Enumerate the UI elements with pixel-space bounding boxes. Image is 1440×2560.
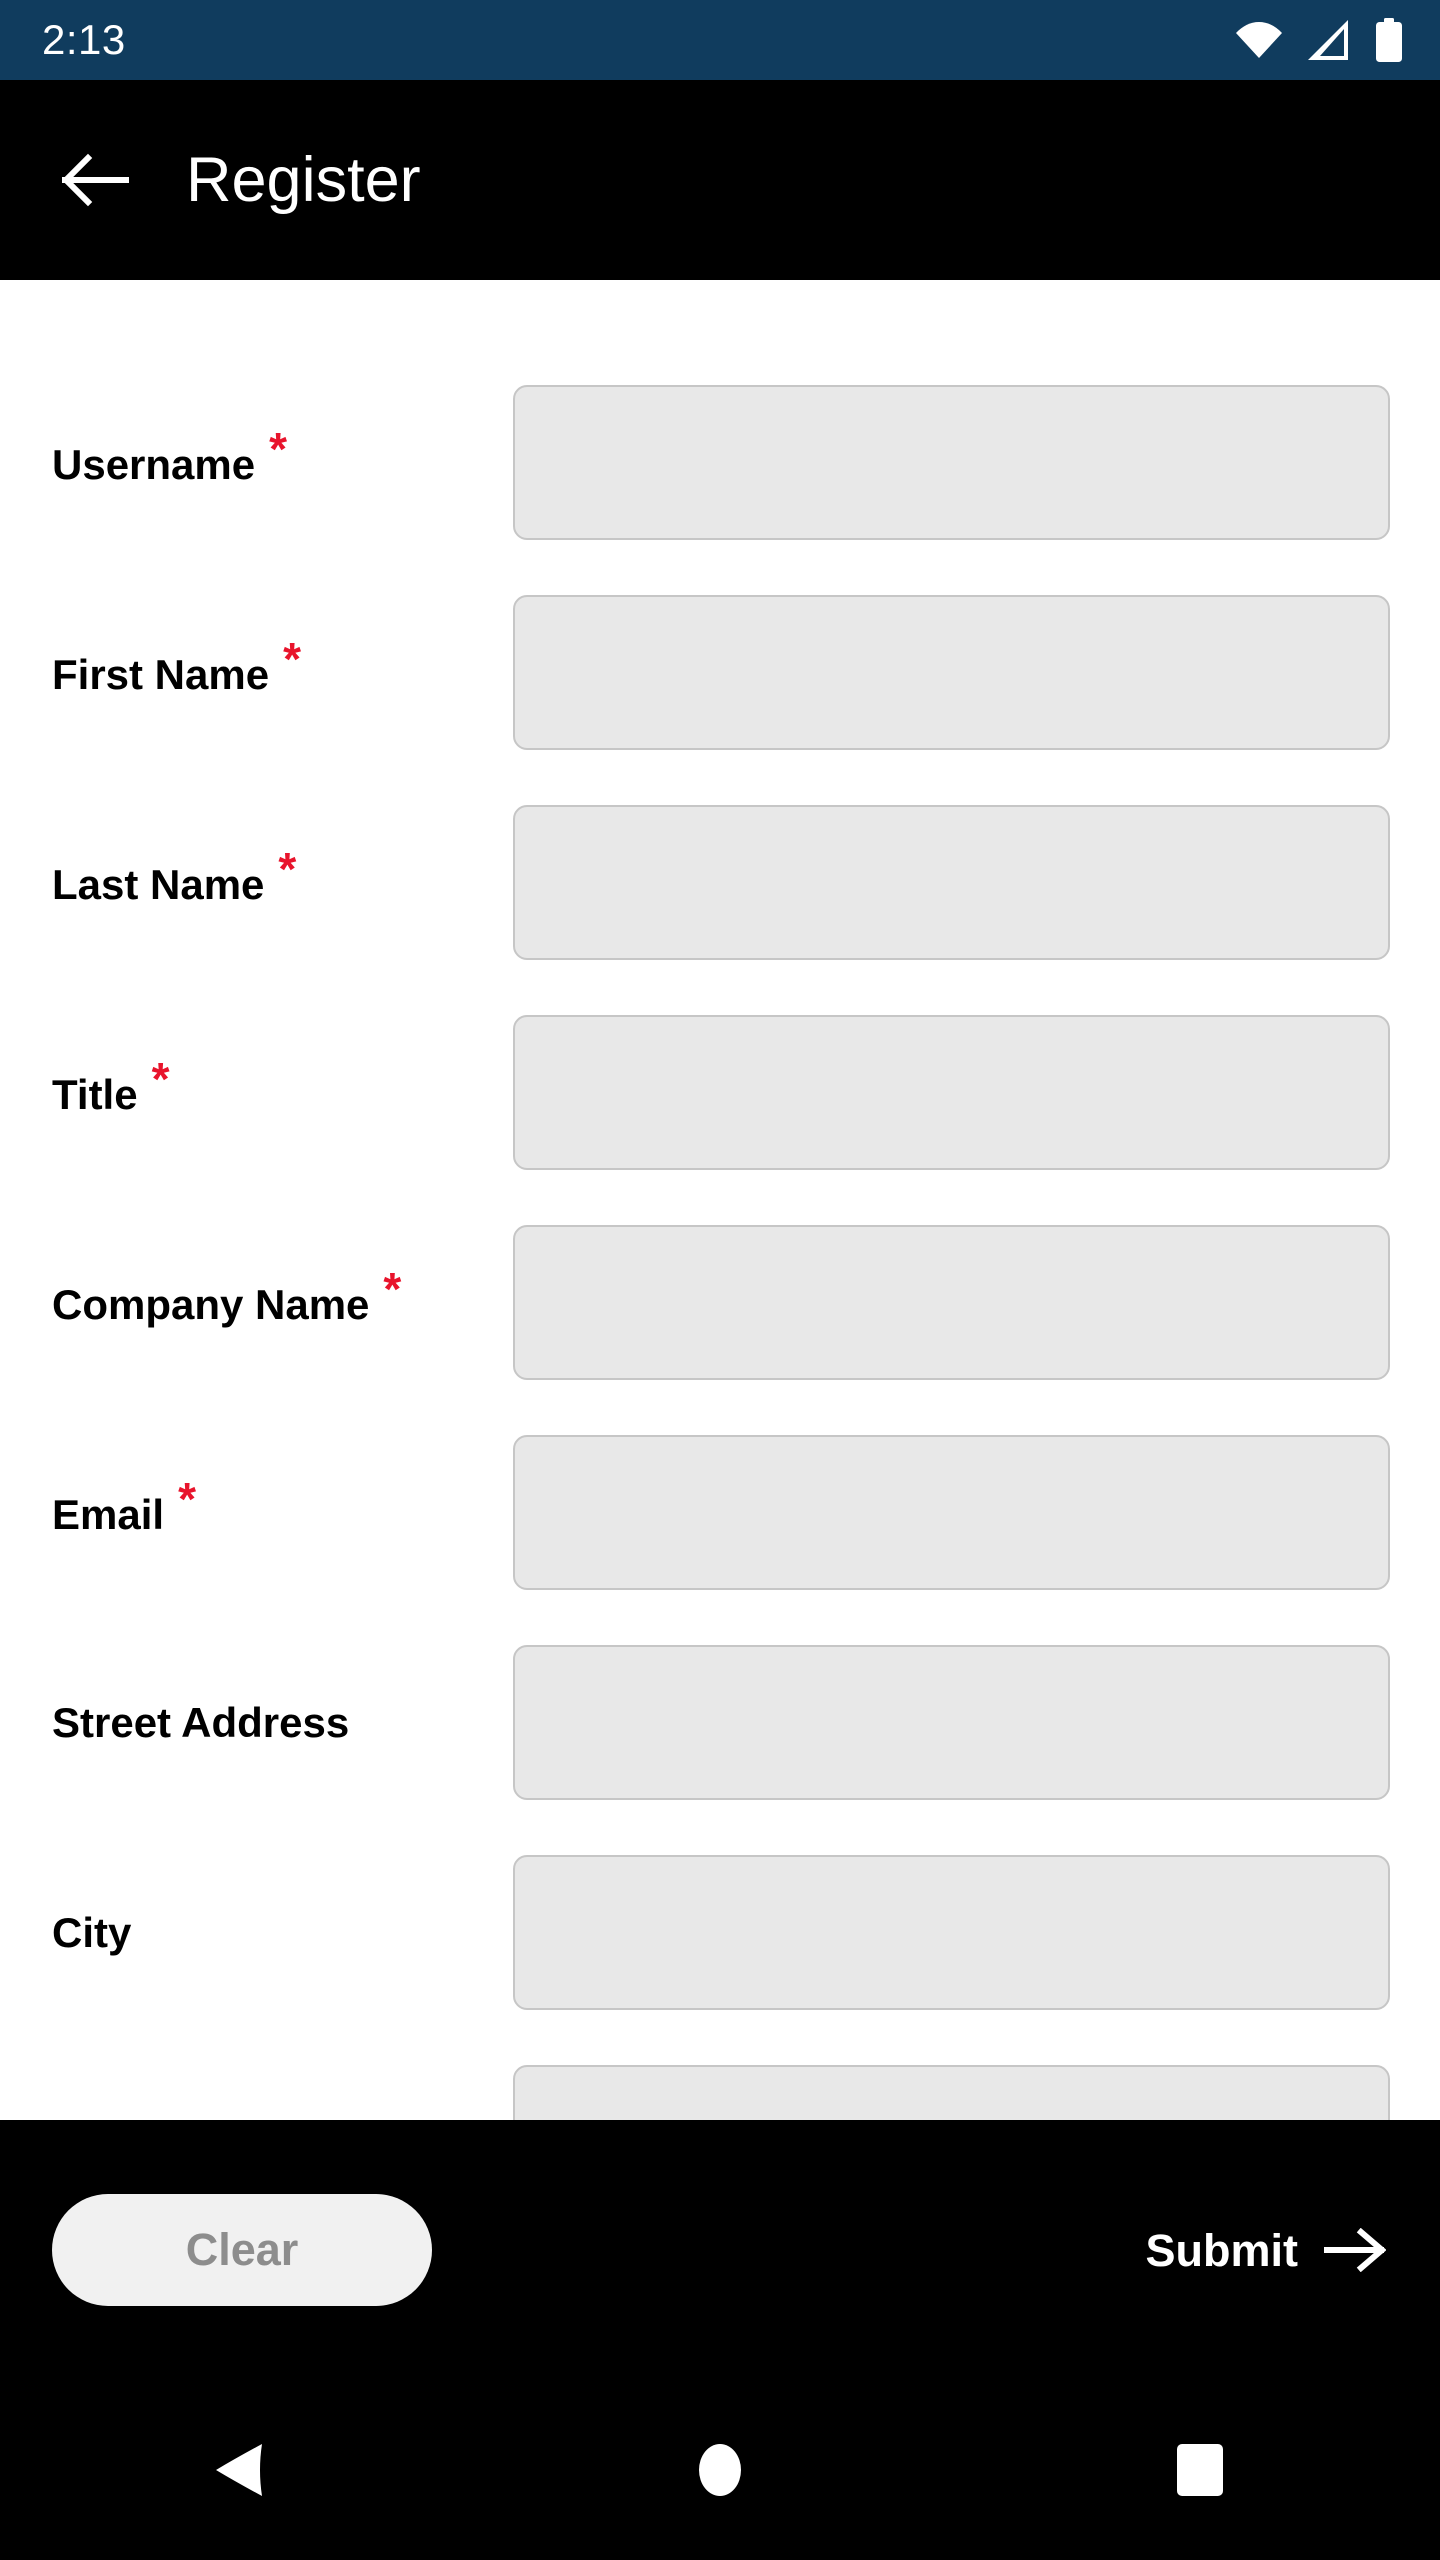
required-asterisk: *: [178, 1472, 196, 1525]
form-field-label: Company Name *: [0, 1266, 513, 1328]
wifi-icon: [1236, 22, 1282, 58]
circle-home-icon: [697, 2442, 743, 2498]
form-field-input[interactable]: [513, 1645, 1390, 1800]
status-clock: 2:13: [42, 16, 126, 63]
required-asterisk: *: [283, 632, 301, 685]
form-field-input[interactable]: [513, 1015, 1390, 1170]
square-recents-icon: [1175, 2442, 1225, 2498]
cellular-signal-icon: [1308, 20, 1350, 60]
required-asterisk: *: [383, 1262, 402, 1315]
footer-action-bar: Clear Submit: [0, 2120, 1440, 2380]
form-field-input[interactable]: [513, 805, 1390, 960]
form-field-label: Last Name *: [0, 846, 513, 908]
form-field-label: City: [0, 1908, 513, 1956]
required-asterisk: *: [151, 1052, 170, 1105]
nav-recents-button[interactable]: [960, 2380, 1440, 2560]
submit-button[interactable]: Submit: [1145, 2224, 1386, 2276]
app-bar: Register: [0, 80, 1440, 280]
form-row: Last Name *: [0, 805, 1440, 960]
android-navigation-bar: [0, 2380, 1440, 2560]
form-field-label-text: Title: [52, 1070, 138, 1118]
back-button[interactable]: [32, 115, 162, 245]
form-field-label-text: Email: [52, 1490, 165, 1538]
triangle-back-icon: [214, 2442, 266, 2498]
page-title: Register: [186, 144, 421, 215]
form-field-label-text: Last Name: [52, 860, 265, 908]
form-field-list: Username * First Name * Last Name * Title * Comp…: [0, 280, 1440, 2120]
form-scroll-area[interactable]: Username * First Name * Last Name * Title * Comp…: [0, 280, 1440, 2120]
form-row: Email *: [0, 1435, 1440, 1590]
submit-button-label: Submit: [1145, 2224, 1299, 2276]
status-icon-group: [1236, 18, 1402, 62]
clear-button[interactable]: Clear: [52, 2194, 432, 2306]
form-field-label: Street Address: [0, 1698, 513, 1746]
form-row: Company Name *: [0, 1225, 1440, 1380]
form-row: Username *: [0, 385, 1440, 540]
form-field-input[interactable]: [513, 595, 1390, 750]
form-field-label: Email *: [0, 1476, 513, 1538]
form-field-label-text: First Name: [52, 650, 270, 698]
nav-home-button[interactable]: [480, 2380, 960, 2560]
device-screen: 2:13 Register Username * First Name * La…: [0, 0, 1440, 2560]
form-row: First Name *: [0, 595, 1440, 750]
status-bar: 2:13: [0, 0, 1440, 80]
form-row: [0, 2065, 1440, 2120]
form-field-input[interactable]: [513, 2065, 1390, 2120]
form-field-label-text: Username: [52, 440, 256, 488]
form-field-label: Username *: [0, 426, 513, 488]
arrow-right-icon: [1324, 2228, 1386, 2272]
form-field-label-text: Street Address: [52, 1698, 350, 1746]
form-field-input[interactable]: [513, 1855, 1390, 2010]
nav-back-button[interactable]: [0, 2380, 480, 2560]
form-field-label: First Name *: [0, 636, 513, 698]
arrow-left-icon: [62, 152, 132, 208]
form-row: Street Address: [0, 1645, 1440, 1800]
battery-icon: [1376, 18, 1402, 62]
form-field-label-text: Company Name: [52, 1280, 370, 1328]
required-asterisk: *: [269, 422, 288, 475]
form-field-input[interactable]: [513, 1225, 1390, 1380]
required-asterisk: *: [278, 842, 297, 895]
form-field-label-text: City: [52, 1908, 132, 1956]
form-row: City: [0, 1855, 1440, 2010]
form-field-input[interactable]: [513, 385, 1390, 540]
form-field-input[interactable]: [513, 1435, 1390, 1590]
form-field-label: Title *: [0, 1056, 513, 1118]
form-row: Title *: [0, 1015, 1440, 1170]
